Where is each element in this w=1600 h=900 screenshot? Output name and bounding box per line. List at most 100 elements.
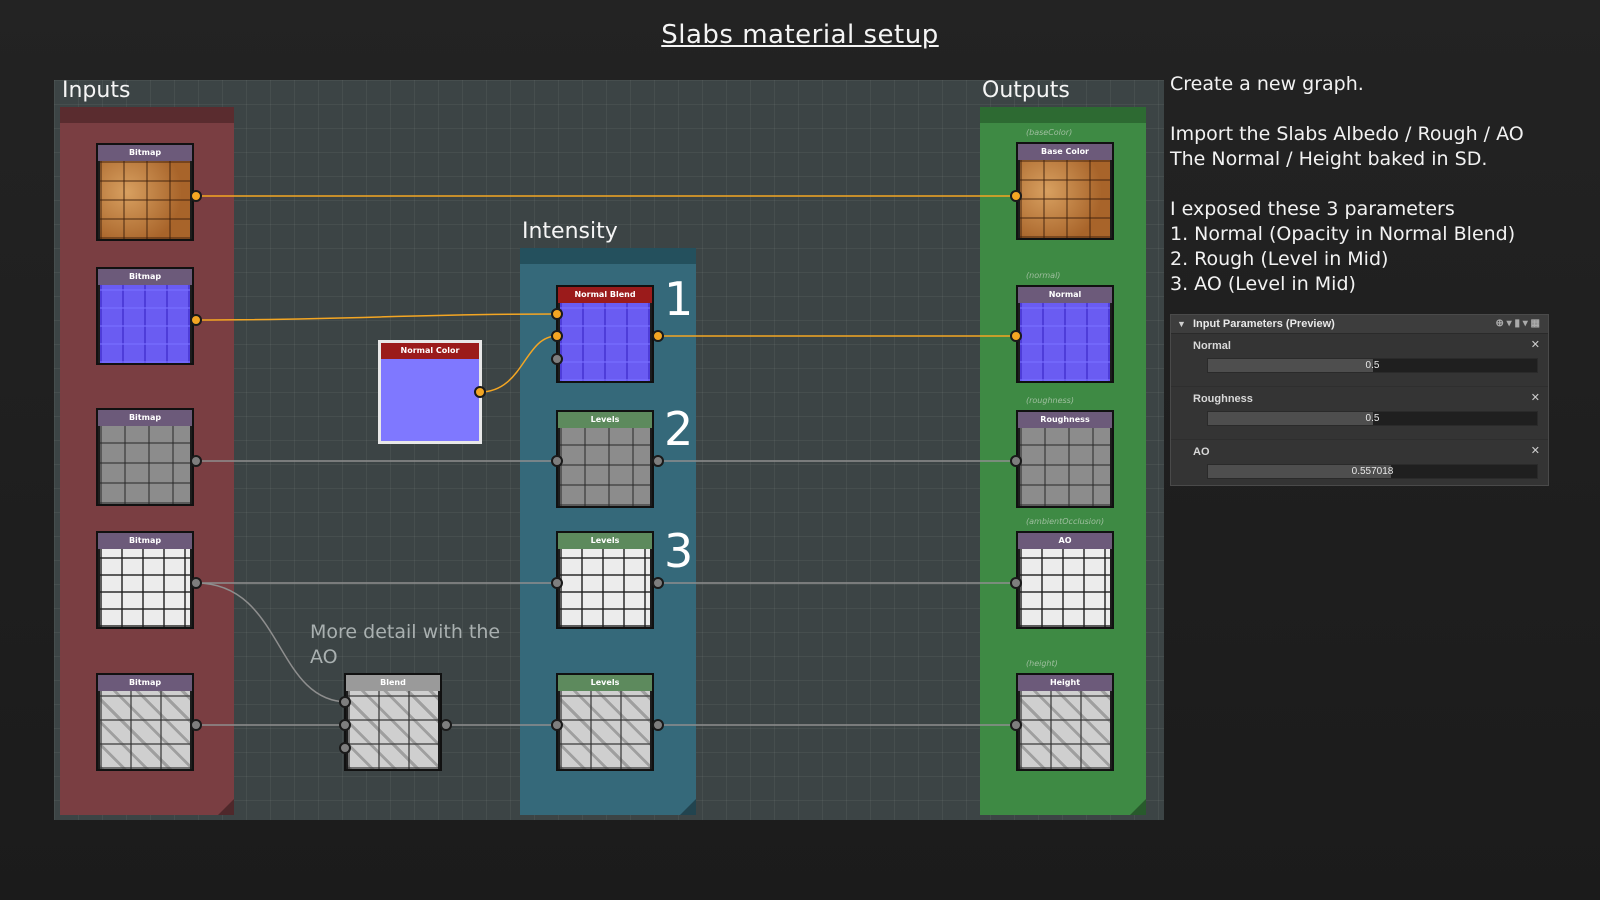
remove-param-icon[interactable]: ✕: [1531, 444, 1540, 457]
node-thumbnail: [1020, 428, 1110, 506]
collapse-arrow-icon[interactable]: ▼: [1177, 315, 1186, 333]
wire-normal-color[interactable]: [479, 335, 558, 393]
output-port[interactable]: [190, 719, 202, 731]
param-normal: Normal ✕ 0.5: [1171, 334, 1548, 387]
instructions-text: Create a new graph. Import the Slabs Alb…: [1170, 72, 1590, 297]
slider-value: 0.557018: [1351, 466, 1394, 477]
node-header: Bitmap: [98, 269, 192, 285]
input-port[interactable]: [1010, 190, 1022, 202]
input-port[interactable]: [551, 455, 563, 467]
output-port[interactable]: [652, 330, 664, 342]
annotation-line: AO: [310, 646, 338, 668]
note-line: I exposed these 3 parameters: [1170, 198, 1455, 220]
output-port[interactable]: [190, 455, 202, 467]
input-port[interactable]: [551, 577, 563, 589]
annotation-comment: More detail with the AO: [310, 620, 500, 670]
levels-height-node[interactable]: Levels: [556, 673, 654, 771]
remove-param-icon[interactable]: ✕: [1531, 391, 1540, 404]
param-name: Normal: [1193, 340, 1231, 352]
node-thumbnail: [100, 426, 190, 504]
input-port[interactable]: [1010, 719, 1022, 731]
node-header: Bitmap: [98, 410, 192, 426]
output-port[interactable]: [190, 314, 202, 326]
output-port[interactable]: [652, 455, 664, 467]
input-port[interactable]: [1010, 577, 1022, 589]
input-bitmap-height-node[interactable]: Bitmap: [96, 673, 194, 771]
node-thumbnail: [560, 303, 650, 381]
input-bitmap-ao-node[interactable]: Bitmap: [96, 531, 194, 629]
panel-toolbar-icons[interactable]: ⊕ ▾ ▮ ▾ ▦: [1496, 315, 1540, 333]
output-ao-node[interactable]: AO: [1016, 531, 1114, 629]
output-identifier: (ambientOcclusion): [1026, 517, 1105, 526]
input-port[interactable]: [551, 353, 563, 365]
output-identifier: (height): [1026, 659, 1058, 668]
output-port[interactable]: [440, 719, 452, 731]
output-port[interactable]: [652, 577, 664, 589]
node-header: Levels: [558, 675, 652, 691]
node-thumbnail: [100, 161, 190, 239]
note-line: 2. Rough (Level in Mid): [1170, 248, 1389, 270]
node-thumbnail: [1020, 549, 1110, 627]
node-header: Base Color: [1018, 144, 1112, 160]
normal-blend-node[interactable]: Normal Blend: [556, 285, 654, 383]
input-bitmap-basecolor-node[interactable]: Bitmap: [96, 143, 194, 241]
output-basecolor-node[interactable]: Base Color: [1016, 142, 1114, 240]
output-normal-node[interactable]: Normal: [1016, 285, 1114, 383]
output-identifier: (roughness): [1026, 396, 1074, 405]
output-port[interactable]: [652, 719, 664, 731]
slider-value: 0.5: [1365, 413, 1380, 424]
remove-param-icon[interactable]: ✕: [1531, 338, 1540, 351]
levels-roughness-node[interactable]: Levels: [556, 410, 654, 508]
node-thumbnail: [100, 691, 190, 769]
node-header: Height: [1018, 675, 1112, 691]
param-slider[interactable]: 0.5: [1207, 411, 1538, 426]
output-port[interactable]: [190, 190, 202, 202]
param-name: Roughness: [1193, 393, 1253, 405]
output-port[interactable]: [190, 577, 202, 589]
node-thumbnail: [1020, 303, 1110, 381]
node-header: Roughness: [1018, 412, 1112, 428]
output-height-node[interactable]: Height: [1016, 673, 1114, 771]
input-port[interactable]: [1010, 330, 1022, 342]
param-ao: AO ✕ 0.557018: [1171, 440, 1548, 492]
node-graph-canvas[interactable]: Inputs Intensity Outputs Bitmap Bitmap B…: [54, 80, 1164, 820]
marker-1: 1: [664, 272, 694, 326]
input-port[interactable]: [551, 719, 563, 731]
param-slider[interactable]: 0.5: [1207, 358, 1538, 373]
input-port[interactable]: [1010, 455, 1022, 467]
levels-ao-node[interactable]: Levels: [556, 531, 654, 629]
node-header: Normal Color: [381, 343, 479, 359]
input-bitmap-normal-node[interactable]: Bitmap: [96, 267, 194, 365]
marker-2: 2: [664, 402, 694, 456]
slider-value: 0.5: [1365, 360, 1380, 371]
input-port[interactable]: [339, 742, 351, 754]
wire-normal-input[interactable]: [195, 313, 558, 321]
node-thumbnail: [1020, 160, 1110, 238]
node-thumbnail: [560, 549, 650, 627]
blend-node[interactable]: Blend: [344, 673, 442, 771]
node-header: Normal: [1018, 287, 1112, 303]
param-roughness: Roughness ✕ 0.5: [1171, 387, 1548, 440]
node-header: AO: [1018, 533, 1112, 549]
node-thumbnail: [348, 691, 438, 769]
output-port[interactable]: [474, 386, 486, 398]
note-line: 3. AO (Level in Mid): [1170, 273, 1356, 295]
input-port[interactable]: [339, 696, 351, 708]
node-thumbnail: [560, 428, 650, 506]
node-header: Bitmap: [98, 145, 192, 161]
note-line: The Normal / Height baked in SD.: [1170, 148, 1488, 170]
annotation-line: More detail with the: [310, 621, 501, 643]
input-port[interactable]: [339, 719, 351, 731]
input-port[interactable]: [551, 330, 563, 342]
input-bitmap-roughness-node[interactable]: Bitmap: [96, 408, 194, 506]
node-thumbnail: [100, 549, 190, 627]
note-line: Create a new graph.: [1170, 73, 1364, 95]
param-slider[interactable]: 0.557018: [1207, 464, 1538, 479]
output-identifier: (baseColor): [1026, 128, 1073, 137]
note-line: Import the Slabs Albedo / Rough / AO: [1170, 123, 1524, 145]
normal-color-node[interactable]: Normal Color: [378, 340, 482, 444]
panel-header[interactable]: ▼ Input Parameters (Preview) ⊕ ▾ ▮ ▾ ▦: [1171, 315, 1548, 334]
input-port[interactable]: [551, 308, 563, 320]
output-roughness-node[interactable]: Roughness: [1016, 410, 1114, 508]
panel-title: Input Parameters (Preview): [1193, 318, 1335, 330]
